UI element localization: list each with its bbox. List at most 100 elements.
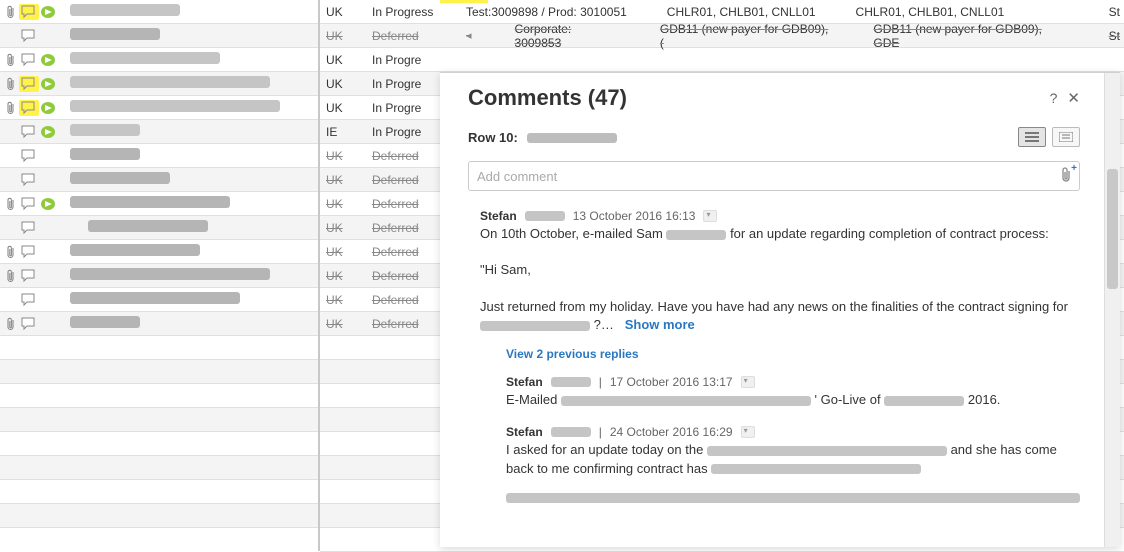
comment-icon[interactable] <box>20 197 38 211</box>
detail-row[interactable]: UKDeferred◂Corporate: 3009853GDB11 (new … <box>320 24 1124 48</box>
help-button[interactable]: ? <box>1050 90 1058 106</box>
attachment-icon[interactable] <box>2 317 20 331</box>
flag-icon[interactable] <box>38 125 58 139</box>
list-row[interactable] <box>0 120 318 144</box>
comment-text: for an update regarding completion of co… <box>730 226 1049 241</box>
comment-icon[interactable] <box>20 173 38 187</box>
close-button[interactable]: ✕ <box>1067 89 1080 107</box>
flag-icon[interactable] <box>38 5 58 19</box>
country-cell: UK <box>320 24 372 47</box>
comment-icon[interactable] <box>20 4 38 20</box>
list-row[interactable] <box>0 96 318 120</box>
comment-icon[interactable] <box>20 76 38 92</box>
row-name-cell <box>64 244 316 259</box>
list-row[interactable] <box>0 312 318 336</box>
main-cell: ◂Corporate: 3009853GDB11 (new payer for … <box>462 24 1124 47</box>
redacted-text <box>70 100 280 112</box>
row-name-cell <box>64 148 316 163</box>
show-more-link[interactable]: Show more <box>625 317 695 332</box>
flag-icon[interactable] <box>38 77 58 91</box>
comment-icon[interactable] <box>20 317 38 331</box>
list-row[interactable] <box>0 192 318 216</box>
redacted-text <box>551 377 591 387</box>
row-name-cell <box>64 292 316 307</box>
redacted-text <box>70 124 140 136</box>
redacted-text <box>70 4 180 16</box>
flag-icon[interactable] <box>38 101 58 115</box>
panel-title: Comments (47) <box>468 85 627 111</box>
view-mode-detail-button[interactable] <box>1052 127 1080 147</box>
redacted-text <box>70 148 140 160</box>
separator: | <box>599 425 602 439</box>
country-cell: UK <box>320 0 372 23</box>
country-cell: IE <box>320 120 372 143</box>
attachment-icon[interactable] <box>2 77 20 91</box>
redacted-text <box>70 244 200 256</box>
scrollbar-thumb[interactable] <box>1107 169 1118 289</box>
comment-menu-button[interactable] <box>741 376 755 388</box>
list-row[interactable] <box>0 240 318 264</box>
list-row-empty <box>0 432 318 456</box>
redacted-text <box>551 427 591 437</box>
comment-icon[interactable] <box>20 53 38 67</box>
list-row[interactable] <box>0 264 318 288</box>
scrollbar[interactable] <box>1104 73 1120 547</box>
detail-row[interactable]: UKIn Progre <box>320 48 1124 72</box>
row-name-cell <box>64 196 316 211</box>
country-cell: UK <box>320 48 372 71</box>
attachment-icon[interactable] <box>2 245 20 259</box>
comment-date: 24 October 2016 16:29 <box>610 425 733 439</box>
attachment-icon[interactable] <box>2 53 20 67</box>
redacted-text <box>707 446 947 456</box>
arrow-left-icon: ◂ <box>466 29 472 42</box>
attachment-icon[interactable] <box>2 197 20 211</box>
country-cell: UK <box>320 264 372 287</box>
redacted-text <box>884 396 964 406</box>
comment-menu-button[interactable] <box>703 210 717 222</box>
comment-icon[interactable] <box>20 100 38 116</box>
comment-author: Stefan <box>506 375 543 389</box>
redacted-text <box>506 493 1080 503</box>
list-row[interactable] <box>0 72 318 96</box>
add-comment-input[interactable]: Add comment + <box>468 161 1080 191</box>
comment-icon[interactable] <box>20 29 38 43</box>
detail-row[interactable]: UKIn ProgressTest:3009898 / Prod: 301005… <box>320 0 1124 24</box>
comment-date: 17 October 2016 13:17 <box>610 375 733 389</box>
row-name-cell <box>64 100 316 115</box>
comment-icon[interactable] <box>20 269 38 283</box>
comments-panel: Comments (47) ? ✕ Row 10: Add comment <box>440 72 1120 547</box>
view-mode-list-button[interactable] <box>1018 127 1046 147</box>
list-row-empty <box>0 504 318 528</box>
list-row[interactable] <box>0 24 318 48</box>
list-row[interactable] <box>0 216 318 240</box>
add-comment-placeholder: Add comment <box>477 169 557 184</box>
list-row[interactable] <box>0 168 318 192</box>
row-name-cell <box>64 76 316 91</box>
list-row-empty <box>0 360 318 384</box>
name-grid[interactable] <box>0 0 320 551</box>
list-row[interactable] <box>0 288 318 312</box>
view-previous-replies-link[interactable]: View 2 previous replies <box>506 347 639 361</box>
comment-icon[interactable] <box>20 293 38 307</box>
attachment-icon[interactable] <box>2 5 20 19</box>
list-row[interactable] <box>0 0 318 24</box>
list-row[interactable] <box>0 48 318 72</box>
status-cell: In Progre <box>372 48 462 71</box>
attachment-icon[interactable] <box>2 269 20 283</box>
attachment-icon[interactable] <box>2 101 20 115</box>
country-cell: UK <box>320 216 372 239</box>
country-cell: UK <box>320 96 372 119</box>
list-row[interactable] <box>0 144 318 168</box>
comment-icon[interactable] <box>20 221 38 235</box>
redacted-text <box>527 133 617 143</box>
flag-icon[interactable] <box>38 197 58 211</box>
list-row-empty <box>0 336 318 360</box>
comment-icon[interactable] <box>20 149 38 163</box>
comment-icon[interactable] <box>20 245 38 259</box>
redacted-text <box>70 196 230 208</box>
comment-icon[interactable] <box>20 125 38 139</box>
main-cell: Test:3009898 / Prod: 3010051CHLR01, CHLB… <box>462 0 1124 23</box>
redacted-text <box>70 28 160 40</box>
flag-icon[interactable] <box>38 53 58 67</box>
comment-menu-button[interactable] <box>741 426 755 438</box>
